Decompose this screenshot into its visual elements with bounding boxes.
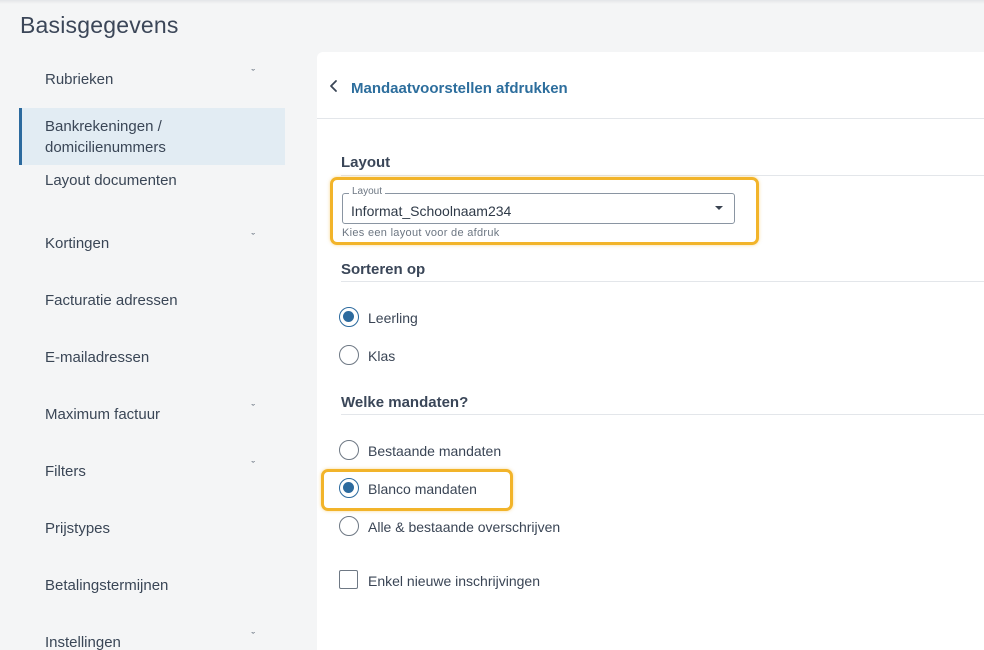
radio-label-blanco-mandaten: Blanco mandaten [368,481,477,497]
chevron-down-icon: ˇ [251,403,255,415]
page-title: Basisgegevens [20,12,179,38]
sidebar-item-betalingstermijnen[interactable]: Betalingstermijnen [19,557,285,614]
sidebar-item-instellingen[interactable]: Instellingen ˇ [19,614,285,650]
label-line: domicilienummers [45,138,166,156]
sidebar-item-label: Layout documenten [45,171,177,189]
sidebar-item-label: Betalingstermijnen [45,577,169,594]
divider [341,281,984,282]
sidebar-item-filters[interactable]: Filters ˇ [19,443,285,500]
chevron-down-icon: ˇ [251,232,255,244]
radio-klas[interactable] [339,345,359,365]
layout-select-value: Informat_Schoolnaam234 [351,203,512,219]
sidebar-item-label: Instellingen [45,634,121,650]
sidebar-item-rubrieken[interactable]: Rubrieken ˇ [19,51,285,108]
radio-label-bestaande-mandaten: Bestaande mandaten [368,443,502,459]
sidebar-item-label: Bankrekeningen / domicilienummers [45,116,166,158]
section-title-mandates: Welke mandaten? [341,394,469,411]
sidebar-item-emailadressen[interactable]: E-mailadressen [19,329,285,386]
caret-down-icon [715,206,723,210]
sidebar-item-label: Kortingen [45,235,110,252]
sidebar-item-label: Rubrieken [45,71,114,88]
top-shadow [0,0,984,4]
radio-label-klas: Klas [368,348,396,364]
sidebar-item-layout-documenten[interactable]: Layout documenten [19,165,285,222]
sidebar-item-maximum-factuur[interactable]: Maximum factuur ˇ [19,386,285,443]
sidebar-item-bankrekeningen[interactable]: Bankrekeningen / domicilienummers [19,108,285,165]
sidebar-item-prijstypes[interactable]: Prijstypes [19,500,285,557]
radio-leerling[interactable] [339,307,359,327]
sidebar-item-label: Facturatie adressen [45,292,178,309]
label-line: Bankrekeningen / [45,117,162,135]
chevron-down-icon: ˇ [251,68,255,80]
checkbox-label-nieuwe-inschrijvingen: Enkel nieuwe inschrijvingen [368,573,540,589]
sidebar-item-label: Filters [45,463,86,480]
radio-label-alle-overschrijven: Alle & bestaande overschrijven [368,519,561,535]
radio-bestaande-mandaten[interactable] [339,440,359,460]
sidebar-item-label: Maximum factuur [45,406,161,423]
sidebar-item-facturatie-adressen[interactable]: Facturatie adressen [19,272,285,329]
radio-alle-overschrijven[interactable] [339,516,359,536]
sidebar-item-label: E-mailadressen [45,349,150,366]
section-title-layout: Layout [341,154,391,171]
panel-header: Mandaatvoorstellen afdrukken [317,52,984,119]
sidebar-item-label: Prijstypes [45,520,111,537]
layout-helper-text: Kies een layout voor de afdruk [342,227,500,239]
sidebar-item-kortingen[interactable]: Kortingen ˇ [19,215,285,272]
radio-label-leerling: Leerling [368,310,418,326]
chevron-down-icon: ˇ [251,631,255,643]
main-panel: Mandaatvoorstellen afdrukken Layout Layo… [317,52,984,650]
panel-title: Mandaatvoorstellen afdrukken [351,80,568,97]
divider [341,175,984,176]
chevron-left-icon[interactable] [327,79,341,93]
sidebar: Rubrieken ˇ Bankrekeningen / domicilienu… [19,51,285,650]
radio-blanco-mandaten[interactable] [339,478,359,498]
layout-select-label: Layout [349,186,386,197]
section-title-sort: Sorteren op [341,261,426,278]
layout-select[interactable]: Layout Informat_Schoolnaam234 [342,186,735,224]
divider [341,414,984,415]
chevron-down-icon: ˇ [251,460,255,472]
checkbox-nieuwe-inschrijvingen[interactable] [339,570,358,589]
